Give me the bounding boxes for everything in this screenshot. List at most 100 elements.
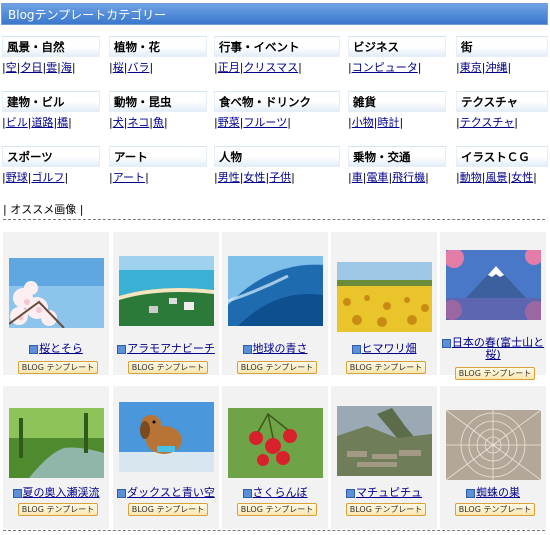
category-link[interactable]: アート <box>113 171 145 184</box>
category-link[interactable]: テクスチャ <box>460 116 515 129</box>
recommend-label: | オススメ画像 | <box>3 203 84 216</box>
blog-template-badge[interactable]: BLOG テンプレート <box>455 503 535 516</box>
category-links: |野菜|フルーツ| <box>214 116 291 129</box>
blue-earth-image[interactable] <box>218 256 333 326</box>
category-link[interactable]: 野球 <box>6 171 28 184</box>
category-link[interactable]: 雲 <box>46 61 57 74</box>
category-link[interactable]: 正月 <box>218 61 240 74</box>
thumbnail-link[interactable]: 蜘蛛の巣 <box>476 486 520 499</box>
link-icon <box>351 344 361 354</box>
thumbnail-caption: マチュピチュ <box>331 487 437 499</box>
category-link[interactable]: 東京 <box>460 61 482 74</box>
category-link[interactable]: フルーツ <box>243 116 287 129</box>
category-heading: イラストＣＧ <box>456 146 548 167</box>
thumbnail-link[interactable]: マチュピチュ <box>356 486 422 499</box>
category-link[interactable]: 子供 <box>269 171 291 184</box>
link-icon <box>441 338 451 348</box>
thumbnail-link[interactable]: アラモアナビーチ <box>127 342 215 355</box>
category-heading: 食べ物・ドリンク <box>214 91 340 112</box>
link-icon <box>466 488 475 498</box>
thumbnail-caption: ダックスと青い空 <box>113 487 219 499</box>
machu-picchu-image[interactable] <box>337 406 432 476</box>
category-link[interactable]: 電車 <box>366 171 388 184</box>
category-link[interactable]: 女性 <box>243 171 265 184</box>
cherry-blossom-sky-image[interactable] <box>8 258 104 329</box>
blog-template-badge[interactable]: BLOG テンプレート <box>346 361 426 374</box>
forest-stream-image[interactable] <box>9 408 104 478</box>
blog-template-badge[interactable]: BLOG テンプレート <box>455 367 535 380</box>
thumbnail-caption: 地球の青さ <box>222 343 328 355</box>
category-link[interactable]: 沖縄 <box>485 61 507 74</box>
category-link[interactable]: クリスマス <box>243 61 298 74</box>
category-link[interactable]: 小物 <box>352 116 374 129</box>
thumbnail-caption: アラモアナビーチ <box>113 343 219 355</box>
blog-template-badge[interactable]: BLOG テンプレート <box>18 503 98 516</box>
category-link[interactable]: コンピュータ <box>352 61 418 74</box>
category-heading: 風景・自然 <box>2 36 100 57</box>
category-link[interactable]: 魚 <box>153 116 164 129</box>
category-links: |正月|クリスマス| <box>214 61 302 74</box>
category-link[interactable]: 海 <box>61 61 72 74</box>
beach-aerial-image[interactable] <box>119 256 214 326</box>
category-heading: 乗物・交通 <box>348 146 446 167</box>
thumbnail-cell: 日本の春(富士山と桜) BLOG テンプレート <box>440 232 547 380</box>
thumbnail-caption: 日本の春(富士山と桜) <box>440 337 546 361</box>
category-block: アート |アート| <box>109 146 207 185</box>
mount-fuji-image[interactable] <box>442 247 547 323</box>
link-icon <box>242 344 252 354</box>
spider-web-image[interactable] <box>445 409 542 481</box>
blog-template-badge[interactable]: BLOG テンプレート <box>128 503 208 516</box>
category-link[interactable]: 犬 <box>113 116 124 129</box>
thumbnail-link[interactable]: ダックスと青い空 <box>127 486 215 499</box>
thumbnail-link[interactable]: 桜とそら <box>39 342 83 355</box>
thumbnail-cell: 桜とそら BLOG テンプレート <box>3 232 109 375</box>
blog-template-badge[interactable]: BLOG テンプレート <box>237 361 317 374</box>
thumbnail-link[interactable]: 日本の春(富士山と桜) <box>452 336 544 361</box>
category-link[interactable]: 桜 <box>113 61 124 74</box>
category-link[interactable]: ビル <box>6 116 28 129</box>
blog-template-badge[interactable]: BLOG テンプレート <box>18 361 98 374</box>
category-links: |アート| <box>109 171 149 184</box>
category-links: |テクスチャ| <box>456 116 518 129</box>
sunflower-field-image[interactable] <box>337 262 432 332</box>
thumbnail-caption: さくらんぼ <box>222 487 328 499</box>
dachshund-image[interactable] <box>119 402 214 472</box>
category-block: イラストＣＧ |動物|風景|女性| <box>456 146 548 185</box>
thumbnail-link[interactable]: 地球の青さ <box>253 342 308 355</box>
category-link[interactable]: 男性 <box>218 171 240 184</box>
category-links: |車|電車|飛行機| <box>348 171 429 184</box>
recommend-text: オススメ画像 <box>10 203 77 216</box>
category-link[interactable]: 飛行機 <box>392 171 425 184</box>
thumbnail-link[interactable]: 夏の奥入瀬渓流 <box>23 486 100 499</box>
blog-template-badge[interactable]: BLOG テンプレート <box>237 503 317 516</box>
category-block: テクスチャ |テクスチャ| <box>456 91 548 130</box>
category-link[interactable]: 橋 <box>57 116 68 129</box>
category-link[interactable]: ネコ <box>127 116 149 129</box>
category-link[interactable]: バラ <box>127 61 149 74</box>
category-heading: 人物 <box>214 146 340 167</box>
category-links: |動物|風景|女性| <box>456 171 537 184</box>
category-heading: テクスチャ <box>456 91 548 112</box>
category-link[interactable]: 空 <box>6 61 17 74</box>
blog-template-badge[interactable]: BLOG テンプレート <box>128 361 208 374</box>
category-heading: アート <box>109 146 207 167</box>
thumbnail-link[interactable]: ヒマワリ畑 <box>362 342 417 355</box>
thumbnail-cell: 蜘蛛の巣 BLOG テンプレート <box>440 386 546 529</box>
category-link[interactable]: 時計 <box>377 116 399 129</box>
blog-template-badge[interactable]: BLOG テンプレート <box>346 503 426 516</box>
category-link[interactable]: 風景 <box>485 171 507 184</box>
divider-bottom <box>3 530 545 531</box>
category-link[interactable]: 道路 <box>31 116 53 129</box>
category-link[interactable]: 夕日 <box>20 61 42 74</box>
category-link[interactable]: 動物 <box>460 171 482 184</box>
thumbnail-cell: ダックスと青い空 BLOG テンプレート <box>113 386 219 529</box>
category-link[interactable]: 野菜 <box>218 116 240 129</box>
thumbnail-cell: マチュピチュ BLOG テンプレート <box>331 386 437 529</box>
category-link[interactable]: ゴルフ <box>31 171 64 184</box>
category-links: |野球|ゴルフ| <box>2 171 69 184</box>
thumbnail-caption: 蜘蛛の巣 <box>440 487 546 499</box>
cherries-image[interactable] <box>228 408 323 478</box>
category-link[interactable]: 女性 <box>511 171 533 184</box>
category-link[interactable]: 車 <box>352 171 363 184</box>
thumbnail-link[interactable]: さくらんぼ <box>253 486 308 499</box>
